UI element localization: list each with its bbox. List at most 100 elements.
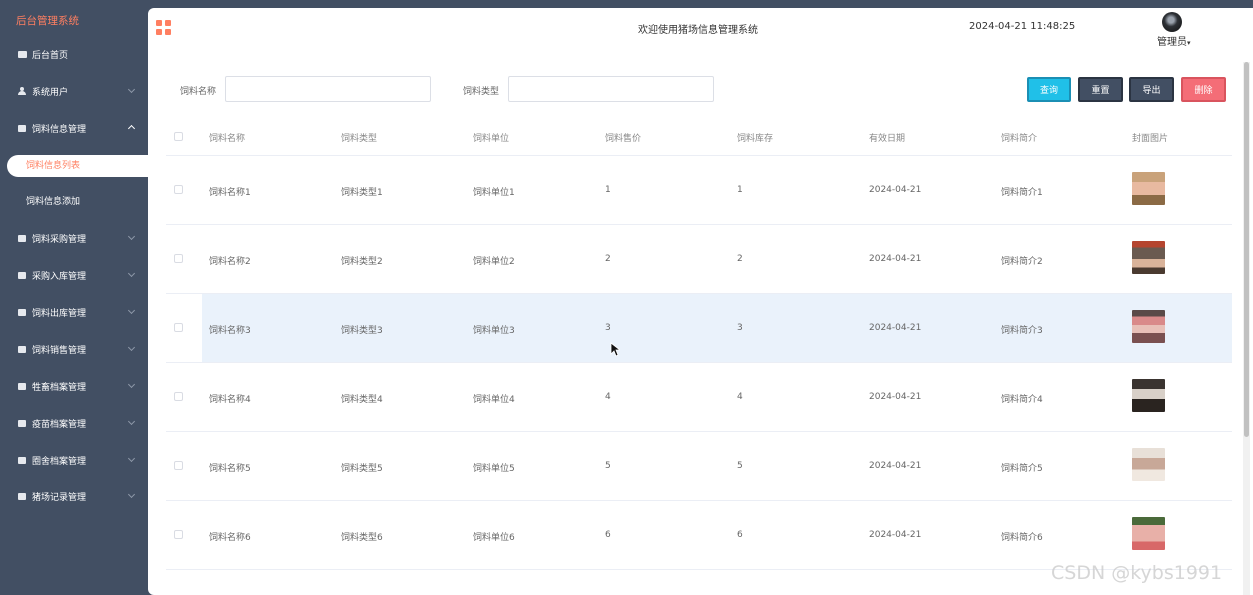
table-row[interactable]: 饲料名称3 饲料类型3 饲料单位3 3 3 2024-04-21 饲料简介3	[166, 294, 1232, 363]
sidebar-item-label: 饲料采购管理	[32, 234, 87, 245]
cell-intro: 饲料简介2	[1001, 257, 1043, 267]
chevron-down-icon	[127, 490, 136, 499]
cell-unit: 饲料单位3	[473, 326, 515, 336]
sidebar-item-label: 疫苗档案管理	[32, 419, 87, 430]
row-checkbox[interactable]	[174, 323, 183, 332]
cell-date: 2024-04-21	[869, 392, 922, 402]
sidebar-item-system-users[interactable]: 系统用户	[0, 77, 148, 105]
cover-image[interactable]	[1132, 517, 1165, 550]
chevron-down-icon	[127, 85, 136, 94]
table-row[interactable]: 饲料名称1 饲料类型1 饲料单位1 1 1 2024-04-21 饲料简介1	[166, 156, 1232, 225]
sidebar-item-vaccine[interactable]: 疫苗档案管理	[0, 409, 148, 437]
feed-name-input[interactable]	[225, 76, 431, 102]
cell-type: 饲料类型1	[341, 188, 383, 198]
cell-price: 6	[605, 530, 611, 540]
cell-price: 3	[605, 323, 611, 333]
cell-unit: 饲料单位1	[473, 188, 515, 198]
column-header[interactable]: 有效日期	[869, 131, 905, 144]
row-checkbox[interactable]	[174, 254, 183, 263]
sidebar-item-feed-purchase[interactable]: 饲料采购管理	[0, 224, 148, 252]
sidebar-item-feed-outbound[interactable]: 饲料出库管理	[0, 298, 148, 326]
table-row[interactable]: 饲料名称5 饲料类型5 饲料单位5 5 5 2024-04-21 饲料简介5	[166, 432, 1232, 501]
cell-stock: 6	[737, 530, 743, 540]
table-row[interactable]: 饲料名称2 饲料类型2 饲料单位2 2 2 2024-04-21 饲料简介2	[166, 225, 1232, 294]
table-row[interactable]: 饲料名称6 饲料类型6 饲料单位6 6 6 2024-04-21 饲料简介6	[166, 501, 1232, 570]
grid-menu-icon[interactable]	[156, 20, 171, 35]
cover-image[interactable]	[1132, 172, 1165, 205]
chevron-down-icon	[127, 269, 136, 278]
menu-square-icon	[17, 418, 27, 428]
cell-unit: 饲料单位5	[473, 464, 515, 474]
cell-intro: 饲料简介4	[1001, 395, 1043, 405]
sidebar-item-label: 饲料出库管理	[32, 308, 87, 319]
menu-square-icon	[17, 344, 27, 354]
cell-stock: 1	[737, 185, 743, 195]
chevron-down-icon	[127, 232, 136, 241]
cell-unit: 饲料单位4	[473, 395, 515, 405]
chevron-down-icon	[127, 343, 136, 352]
vertical-scrollbar[interactable]	[1243, 62, 1250, 595]
sidebar-item-label: 饲料信息管理	[32, 124, 87, 135]
cover-image[interactable]	[1132, 241, 1165, 274]
cell-intro: 饲料简介1	[1001, 188, 1043, 198]
column-header[interactable]: 饲料简介	[1001, 131, 1037, 144]
brand-title: 后台管理系统	[16, 15, 79, 27]
sidebar-item-feed-sales[interactable]: 饲料销售管理	[0, 335, 148, 363]
reset-button[interactable]: 重置	[1078, 77, 1123, 102]
delete-button[interactable]: 删除	[1181, 77, 1226, 102]
cover-image[interactable]	[1132, 448, 1165, 481]
chevron-down-icon	[127, 306, 136, 315]
row-checkbox[interactable]	[174, 461, 183, 470]
submenu-item-feed-list[interactable]: 饲料信息列表	[7, 155, 148, 177]
row-checkbox[interactable]	[174, 185, 183, 194]
chevron-down-icon	[127, 417, 136, 426]
avatar[interactable]	[1162, 12, 1182, 32]
sidebar-item-home[interactable]: 后台首页	[0, 40, 148, 68]
column-header[interactable]: 饲料售价	[605, 131, 641, 144]
row-checkbox[interactable]	[174, 530, 183, 539]
cover-image[interactable]	[1132, 379, 1165, 412]
cell-type: 饲料类型5	[341, 464, 383, 474]
cell-stock: 4	[737, 392, 743, 402]
scrollbar-thumb[interactable]	[1244, 62, 1249, 437]
row-checkbox[interactable]	[174, 392, 183, 401]
submenu-item-feed-add[interactable]: 饲料信息添加	[0, 191, 148, 213]
sidebar-item-label: 后台首页	[32, 50, 69, 61]
sidebar-item-label: 圈舍档案管理	[32, 456, 87, 467]
caret-down-icon: ▾	[1187, 39, 1191, 47]
cell-price: 4	[605, 392, 611, 402]
column-header[interactable]: 饲料库存	[737, 131, 773, 144]
cell-price: 2	[605, 254, 611, 264]
export-button[interactable]: 导出	[1129, 77, 1174, 102]
column-header[interactable]: 饲料单位	[473, 131, 509, 144]
cell-date: 2024-04-21	[869, 530, 922, 540]
select-all-checkbox[interactable]	[174, 132, 183, 141]
sidebar-item-livestock[interactable]: 牲畜档案管理	[0, 372, 148, 400]
cell-date: 2024-04-21	[869, 254, 922, 264]
user-icon	[17, 86, 27, 96]
sidebar-item-pen[interactable]: 圈舍档案管理	[0, 446, 148, 474]
sidebar-item-feed-info[interactable]: 饲料信息管理	[0, 114, 148, 142]
menu-square-icon	[17, 307, 27, 317]
cover-image[interactable]	[1132, 310, 1165, 343]
cell-type: 饲料类型6	[341, 533, 383, 543]
cell-type: 饲料类型3	[341, 326, 383, 336]
cell-stock: 3	[737, 323, 743, 333]
user-dropdown[interactable]: 管理员▾	[1157, 33, 1191, 48]
sidebar-item-purchase-inbound[interactable]: 采购入库管理	[0, 261, 148, 289]
sidebar: 后台管理系统 后台首页 系统用户 饲料信息管理 饲料信息列表 饲料信息添加 饲料…	[0, 0, 148, 595]
column-header[interactable]: 饲料类型	[341, 131, 377, 144]
query-button[interactable]: 查询	[1027, 77, 1071, 102]
sidebar-item-farm-records[interactable]: 猪场记录管理	[0, 482, 148, 510]
sidebar-item-label: 采购入库管理	[32, 271, 87, 282]
menu-square-icon	[17, 455, 27, 465]
table-row[interactable]: 饲料名称4 饲料类型4 饲料单位4 4 4 2024-04-21 饲料简介4	[166, 363, 1232, 432]
cell-stock: 5	[737, 461, 743, 471]
feed-type-input[interactable]	[508, 76, 714, 102]
cell-stock: 2	[737, 254, 743, 264]
column-header[interactable]: 饲料名称	[209, 131, 245, 144]
cell-price: 5	[605, 461, 611, 471]
column-header[interactable]: 封面图片	[1132, 131, 1168, 144]
cell-intro: 饲料简介3	[1001, 326, 1043, 336]
sidebar-item-label: 系统用户	[32, 87, 69, 98]
